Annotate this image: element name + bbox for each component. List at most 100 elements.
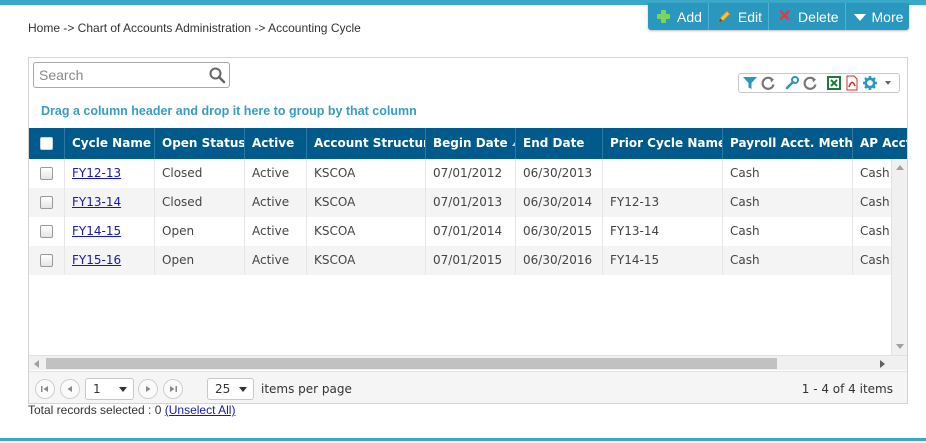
cycle-name-link[interactable]: FY12-13 [72, 166, 121, 180]
row-select-cell [29, 159, 65, 188]
column-header[interactable]: Payroll Acct. Method [723, 128, 853, 159]
begin-date-cell: 07/01/2015 [426, 246, 516, 275]
grid-toolbar [738, 73, 900, 93]
cycle-name-cell: FY14-15 [65, 217, 155, 246]
grid-panel: Drag a column header and drop it here to… [28, 57, 908, 404]
row-checkbox[interactable] [40, 254, 53, 267]
row-select-cell [29, 246, 65, 275]
reset-icon[interactable] [801, 74, 819, 92]
prev-page-button[interactable] [60, 379, 80, 399]
begin-date-cell: 07/01/2012 [426, 159, 516, 188]
column-header[interactable]: Active [245, 128, 307, 159]
column-header[interactable]: Prior Cycle Name [603, 128, 723, 159]
column-header[interactable]: End Date [516, 128, 603, 159]
ap-method-cell: Cash [853, 217, 891, 246]
column-header[interactable]: AP Acct. Method [853, 128, 907, 159]
table-row[interactable]: FY14-15 Open Active KSCOA 07/01/2014 06/… [29, 217, 891, 246]
delete-button-label: Delete [798, 8, 839, 25]
active-cell: Active [245, 217, 307, 246]
row-select-cell [29, 188, 65, 217]
edit-button-label: Edit [737, 8, 763, 25]
caret-down-icon[interactable] [879, 74, 897, 92]
cycle-name-link[interactable]: FY15-16 [72, 253, 121, 267]
unselect-all-link[interactable]: (Unselect All) [165, 403, 236, 417]
selected-count-text: Total records selected : 0 [28, 403, 162, 417]
column-header[interactable]: Account Structure [307, 128, 426, 159]
account-structure-cell: KSCOA [307, 246, 426, 275]
search-icon[interactable] [208, 66, 226, 84]
scroll-left-icon[interactable] [34, 360, 39, 368]
add-button-label: Add [677, 8, 702, 25]
account-structure-cell: KSCOA [307, 188, 426, 217]
column-header[interactable]: Open Status [155, 128, 245, 159]
more-button[interactable]: More [846, 3, 910, 30]
scroll-right-icon[interactable] [880, 360, 885, 368]
open-status-cell: Closed [155, 188, 245, 217]
row-checkbox[interactable] [40, 167, 53, 180]
horizontal-scrollbar[interactable] [29, 355, 907, 370]
selection-summary: Total records selected : 0 (Unselect All… [28, 403, 235, 417]
cycle-name-cell: FY12-13 [65, 159, 155, 188]
begin-date-cell: 07/01/2013 [426, 188, 516, 217]
begin-date-cell: 07/01/2014 [426, 217, 516, 246]
refresh-icon[interactable] [759, 74, 777, 92]
group-by-hint: Drag a column header and drop it here to… [41, 104, 417, 118]
row-select-cell [29, 217, 65, 246]
last-page-button[interactable] [163, 379, 183, 399]
select-all-checkbox[interactable] [40, 137, 53, 150]
table-row[interactable]: FY12-13 Closed Active KSCOA 07/01/2012 0… [29, 159, 891, 188]
account-structure-cell: KSCOA [307, 217, 426, 246]
page-size-label: items per page [261, 382, 352, 396]
column-header-label: Begin Date [433, 136, 508, 150]
end-date-cell: 06/30/2015 [516, 217, 603, 246]
edit-button[interactable]: Edit [709, 3, 770, 30]
cycle-name-cell: FY15-16 [65, 246, 155, 275]
filter-icon[interactable] [741, 74, 759, 92]
action-bar: Add Edit ✕ Delete More [648, 3, 909, 30]
page-size-value: 25 [215, 382, 231, 396]
bottom-accent-bar [0, 438, 926, 441]
payroll-method-cell: Cash [723, 159, 853, 188]
row-checkbox[interactable] [40, 196, 53, 209]
breadcrumb: Home -> Chart of Accounts Administration… [28, 21, 361, 35]
more-button-label: More [871, 8, 904, 25]
scroll-up-icon[interactable] [896, 165, 904, 170]
delete-button[interactable]: ✕ Delete [769, 3, 846, 30]
excel-icon[interactable] [825, 74, 843, 92]
active-cell: Active [245, 246, 307, 275]
column-header[interactable]: Cycle Name [65, 128, 155, 159]
first-page-button[interactable] [35, 379, 55, 399]
horizontal-scroll-thumb[interactable] [46, 358, 777, 369]
payroll-method-cell: Cash [723, 188, 853, 217]
pencil-icon [717, 9, 732, 24]
prior-cycle-cell [603, 159, 723, 188]
search-box [33, 62, 230, 88]
page-size-select[interactable]: 25 [207, 378, 254, 400]
caret-down-icon [119, 387, 127, 392]
cycle-name-link[interactable]: FY13-14 [72, 195, 121, 209]
end-date-cell: 06/30/2013 [516, 159, 603, 188]
grid-body: FY12-13 Closed Active KSCOA 07/01/2012 0… [29, 159, 891, 355]
payroll-method-cell: Cash [723, 217, 853, 246]
table-row[interactable]: FY15-16 Open Active KSCOA 07/01/2015 06/… [29, 246, 891, 275]
prior-cycle-cell: FY14-15 [603, 246, 723, 275]
table-row[interactable]: FY13-14 Closed Active KSCOA 07/01/2013 0… [29, 188, 891, 217]
pager: 1 25 items per page 1 - 4 of 4 items [29, 371, 907, 403]
cycle-name-link[interactable]: FY14-15 [72, 224, 121, 238]
plus-icon [656, 9, 671, 24]
add-button[interactable]: Add [648, 3, 709, 30]
pdf-icon[interactable] [843, 74, 861, 92]
gear-icon[interactable] [861, 74, 879, 92]
select-all-cell [29, 128, 65, 159]
page-number-select[interactable]: 1 [85, 378, 134, 400]
next-page-button[interactable] [138, 379, 158, 399]
wrench-icon[interactable] [783, 74, 801, 92]
open-status-cell: Closed [155, 159, 245, 188]
pager-range-text: 1 - 4 of 4 items [801, 382, 893, 396]
row-checkbox[interactable] [40, 225, 53, 238]
open-status-cell: Open [155, 246, 245, 275]
scroll-down-icon[interactable] [896, 344, 904, 349]
vertical-scrollbar[interactable] [891, 159, 907, 355]
column-header-sorted[interactable]: Begin Date [426, 128, 516, 159]
search-input[interactable] [34, 63, 204, 87]
